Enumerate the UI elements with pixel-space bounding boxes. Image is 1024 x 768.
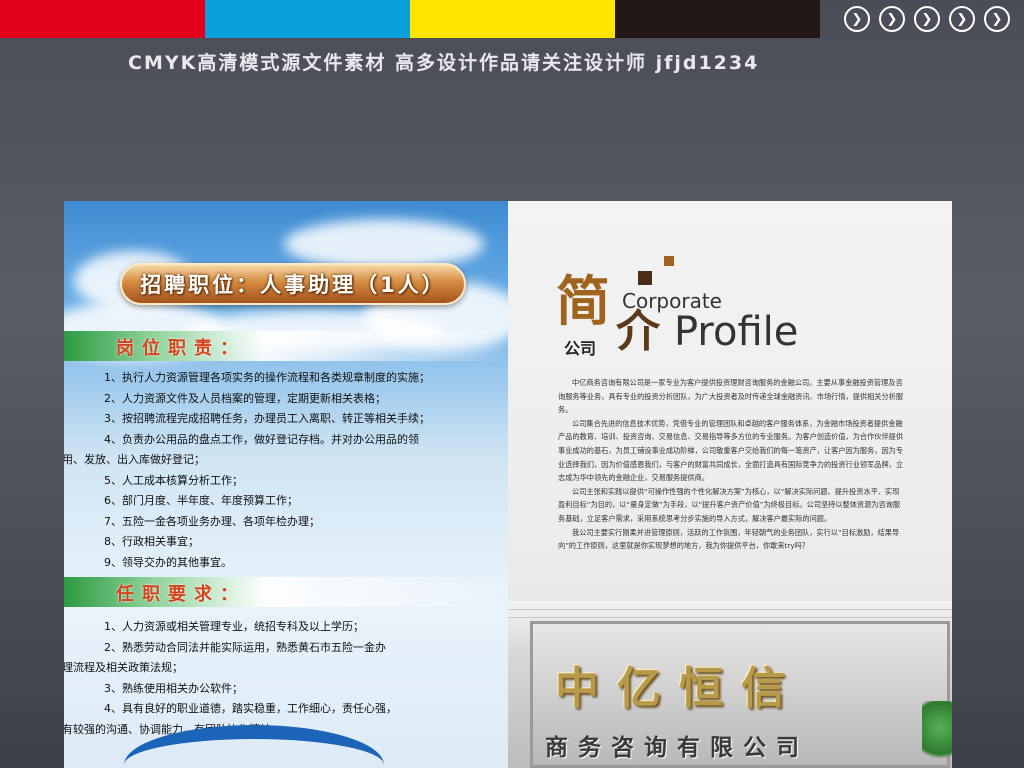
- ceiling-line: [508, 609, 952, 610]
- sign-name: 中亿恒信: [555, 663, 803, 714]
- list-item: 3、按招聘流程完成招聘任务，办理员工入离职、转正等相关手续；: [104, 412, 430, 425]
- list-item: 2、人力资源文件及人员档案的管理，定期更新相关表格；: [104, 391, 386, 405]
- cmyk-color-bar: [0, 0, 820, 38]
- logo-company: 公司: [564, 339, 597, 358]
- company-sign: 中亿恒信 商务咨询有限公司: [530, 621, 950, 768]
- logo-jian: 简: [556, 269, 610, 333]
- list-item: 1、执行人力资源管理各项实务的操作流程和各类规章制度的实施；: [104, 371, 430, 384]
- list-item: 用、发放、出入库做好登记；: [64, 453, 205, 466]
- sign-subtitle: 商务咨询有限公司: [545, 735, 809, 761]
- banner-text: CMYK高清模式源文件素材 高多设计作品请关注设计师 jfjd1234: [128, 52, 760, 74]
- logo-profile: Profile: [674, 309, 799, 355]
- chevron-right-circle-icon[interactable]: ❯: [879, 6, 905, 32]
- list-item: 2、熟悉劳动合同法并能实际运用，熟悉黄石市五险一金办: [104, 640, 386, 654]
- logo-square: [638, 271, 652, 285]
- paragraph: 公司主张和实践以提供“可操作性强的个性化解决方案”为核心，以“解决实际问题、提升…: [558, 486, 901, 523]
- cyan-swatch: [205, 0, 410, 38]
- chevron-right-circle-icon[interactable]: ❯: [949, 6, 975, 32]
- chevron-right-circle-icon[interactable]: ❯: [914, 6, 940, 32]
- list-item: 4、负责办公用品的盘点工作，做好登记存档。并对办公用品的领: [104, 432, 419, 446]
- yellow-swatch: [410, 0, 615, 38]
- chevron-right-circle-icon[interactable]: ❯: [984, 6, 1010, 32]
- black-swatch: [615, 0, 820, 38]
- list-item: 7、五险一金各项业务办理、各项年检办理；: [104, 514, 320, 528]
- logo-square: [664, 256, 674, 266]
- nav-buttons: ❯ ❯ ❯ ❯ ❯: [844, 6, 1010, 32]
- duties-list: 1、执行人力资源管理各项实务的操作流程和各类规章制度的实施； 2、人力资源文件及…: [64, 368, 496, 573]
- ceiling-line: [508, 617, 952, 618]
- list-item: 理流程及相关政策法规；: [64, 661, 183, 674]
- profile-text: 中亿商务咨询有限公司是一家专业为客户提供投资理财咨询服务的金融公司。主要从事金融…: [558, 376, 906, 553]
- plant: [922, 701, 952, 768]
- job-title-box: 招聘职位：人事助理（1人）: [120, 263, 466, 305]
- paragraph: 我公司主要实行刚柔并进管理原则，活跃的工作氛围，年轻朝气的业务团队，实行以“目标…: [558, 527, 900, 551]
- chevron-right-circle-icon[interactable]: ❯: [844, 6, 870, 32]
- company-profile-panel: 简 介 公司 Corporate Profile 中亿商务咨询有限公司是一家专业…: [508, 201, 952, 768]
- list-item: 8、行政相关事宜；: [104, 535, 199, 548]
- cloud: [284, 219, 484, 269]
- list-item: 1、人力资源或相关管理专业，统招专科及以上学历；: [104, 620, 364, 633]
- requirements-list: 1、人力资源或相关管理专业，统招专科及以上学历； 2、熟悉劳动合同法并能实际运用…: [64, 617, 496, 740]
- paragraph: 公司集合先进的信息技术优势，凭借专业的管理团队和卓越的客户服务体系，为金融市场投…: [558, 418, 904, 483]
- list-item: 5、人工成本核算分析工作；: [104, 473, 243, 487]
- requirements-title: 任职要求：: [116, 584, 246, 605]
- paragraph: 中亿商务咨询有限公司是一家专业为客户提供投资理财咨询服务的金融公司。主要从事金融…: [558, 378, 904, 415]
- recruitment-panel: 招聘职位：人事助理（1人） 岗位职责： 1、执行人力资源管理各项实务的操作流程和…: [64, 201, 508, 768]
- list-item: 4、具有良好的职业道德，踏实稳重，工作细心，责任心强，: [104, 702, 397, 715]
- duties-title: 岗位职责：: [116, 338, 246, 359]
- list-item: 6、部门月度、半年度、年度预算工作；: [104, 494, 298, 507]
- list-item: 3、熟练使用相关办公软件；: [104, 681, 243, 695]
- job-title: 招聘职位：人事助理（1人）: [140, 273, 446, 297]
- magenta-swatch: [0, 0, 205, 38]
- list-item: 9、领导交办的其他事宜。: [104, 555, 232, 569]
